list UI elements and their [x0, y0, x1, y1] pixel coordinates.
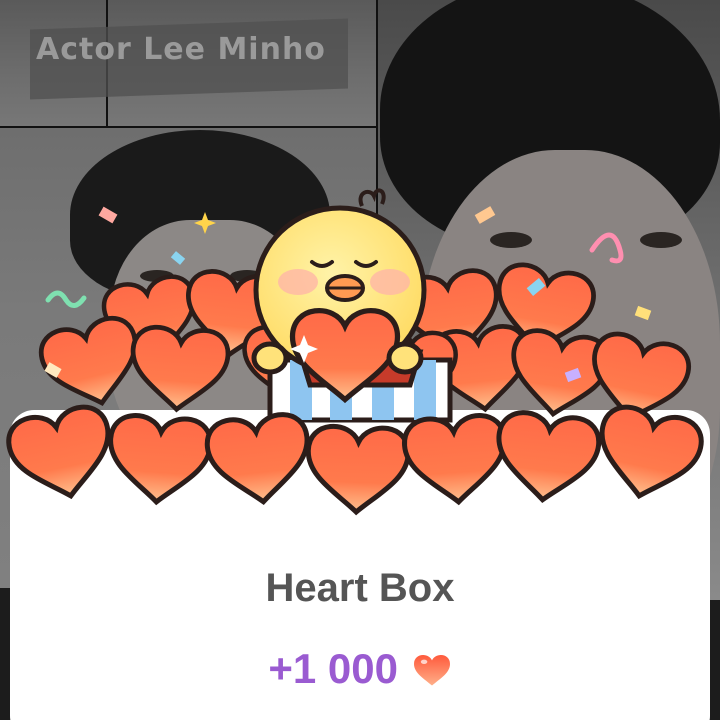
reward-title: Heart Box	[265, 566, 455, 610]
reward-amount-row: +1 000	[0, 642, 720, 693]
heart-icon	[413, 654, 450, 686]
heart-box-illustration	[0, 188, 720, 720]
stage: Actor Lee Minho Heart Box +1 000	[0, 0, 720, 720]
reward-amount: +1 000	[268, 644, 398, 692]
